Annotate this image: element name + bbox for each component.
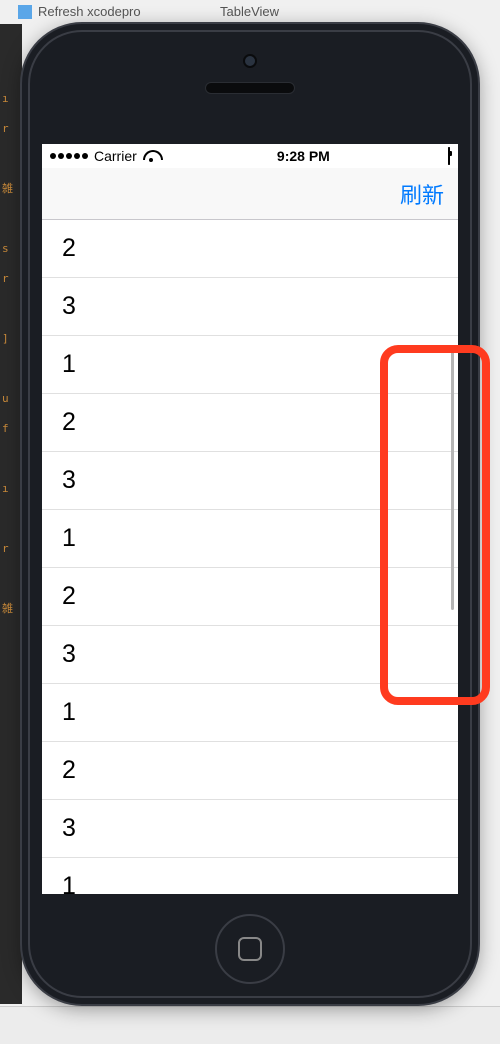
cell-label: 1 bbox=[62, 350, 76, 379]
table-row[interactable]: 1 bbox=[42, 510, 458, 568]
table-row[interactable]: 1 bbox=[42, 684, 458, 742]
cell-label: 3 bbox=[62, 814, 76, 843]
iphone-device-frame: Carrier 9:28 PM 刷新 2 3 1 2 3 1 2 3 1 2 3… bbox=[22, 24, 478, 1004]
table-row[interactable]: 2 bbox=[42, 220, 458, 278]
cell-label: 2 bbox=[62, 582, 76, 611]
battery-icon bbox=[448, 147, 450, 165]
cell-label: 2 bbox=[62, 234, 76, 263]
scroll-indicator bbox=[451, 350, 454, 610]
cell-label: 3 bbox=[62, 292, 76, 321]
cell-label: 3 bbox=[62, 640, 76, 669]
table-row[interactable]: 3 bbox=[42, 800, 458, 858]
cell-label: 2 bbox=[62, 408, 76, 437]
table-row[interactable]: 3 bbox=[42, 278, 458, 336]
cell-label: 1 bbox=[62, 698, 76, 727]
phone-camera bbox=[243, 54, 257, 68]
status-bar-left: Carrier bbox=[50, 148, 159, 164]
status-bar-right bbox=[448, 148, 450, 164]
table-row[interactable]: 3 bbox=[42, 452, 458, 510]
xcode-tab-1-label: Refresh xcodepro bbox=[38, 4, 141, 19]
table-row[interactable]: 1 bbox=[42, 858, 458, 894]
wifi-icon bbox=[143, 150, 159, 162]
phone-screen: Carrier 9:28 PM 刷新 2 3 1 2 3 1 2 3 1 2 3… bbox=[42, 144, 458, 894]
home-button-icon bbox=[238, 937, 262, 961]
code-gutter: ır 雑 sr ] uf ı r 雑 bbox=[0, 24, 22, 1004]
cellular-signal-icon bbox=[50, 153, 88, 159]
cell-label: 2 bbox=[62, 756, 76, 785]
carrier-label: Carrier bbox=[94, 148, 137, 164]
refresh-button[interactable]: 刷新 bbox=[400, 178, 444, 210]
phone-earpiece bbox=[205, 82, 295, 94]
home-button[interactable] bbox=[215, 914, 285, 984]
table-view[interactable]: 2 3 1 2 3 1 2 3 1 2 3 1 bbox=[42, 220, 458, 894]
xcode-tab-2[interactable]: TableView bbox=[220, 4, 279, 19]
table-row[interactable]: 2 bbox=[42, 394, 458, 452]
navigation-bar: 刷新 bbox=[42, 168, 458, 220]
xcode-bottom-bar bbox=[0, 1006, 500, 1044]
status-bar: Carrier 9:28 PM bbox=[42, 144, 458, 168]
cell-label: 3 bbox=[62, 466, 76, 495]
xcode-project-icon bbox=[18, 5, 32, 19]
table-row[interactable]: 1 bbox=[42, 336, 458, 394]
xcode-tab-2-label: TableView bbox=[220, 4, 279, 19]
table-row[interactable]: 3 bbox=[42, 626, 458, 684]
table-row[interactable]: 2 bbox=[42, 568, 458, 626]
cell-label: 1 bbox=[62, 524, 76, 553]
table-row[interactable]: 2 bbox=[42, 742, 458, 800]
cell-label: 1 bbox=[62, 872, 76, 894]
status-time: 9:28 PM bbox=[277, 148, 330, 164]
xcode-tab-1[interactable]: Refresh xcodepro bbox=[18, 4, 141, 19]
